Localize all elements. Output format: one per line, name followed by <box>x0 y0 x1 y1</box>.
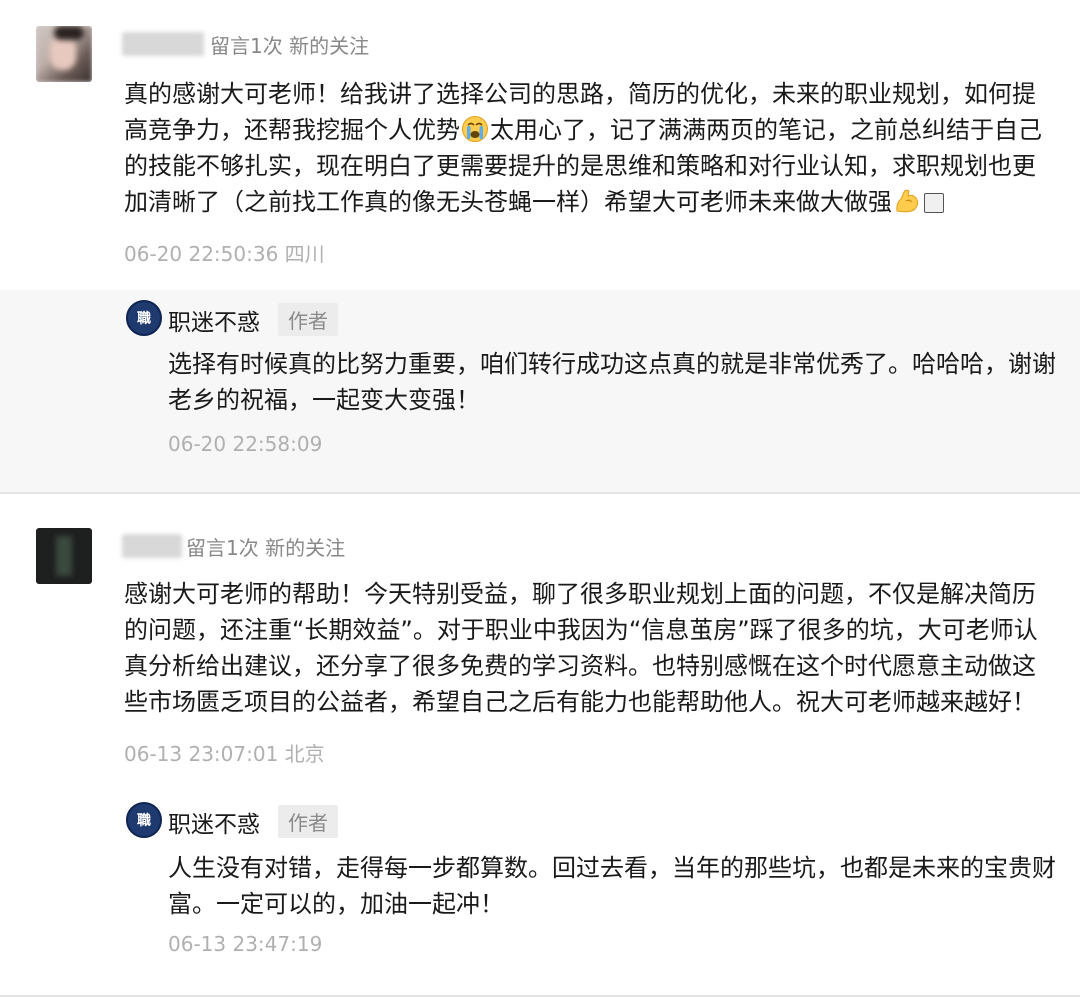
reply-time: 06-20 22:58:09 <box>168 432 323 456</box>
flexed-biceps-emoji <box>896 189 919 213</box>
avatar[interactable] <box>36 528 92 584</box>
unknown-glyph-box <box>924 193 944 213</box>
blurred-nickname[interactable] <box>122 32 204 56</box>
comment-text: 感谢大可老师的帮助！今天特别受益，聊了很多职业规划上面的问题，不仅是解决简历的问… <box>124 580 1038 716</box>
author-name[interactable]: 职迷不惑 <box>168 805 260 839</box>
author-reply: 職 职迷不惑 作者 选择有时候真的比努力重要，咱们转行成功这点真的就是非常优秀了… <box>0 290 1080 492</box>
comment-item: 留言1次 新的关注 感谢大可老师的帮助！今天特别受益，聊了很多职业规划上面的问题… <box>0 494 1080 775</box>
comment-time: 06-20 22:50:36 四川 <box>124 242 325 266</box>
author-avatar[interactable]: 職 <box>126 802 162 838</box>
author-badge: 作者 <box>278 303 338 336</box>
comment-meta: 留言1次 新的关注 <box>186 536 346 560</box>
author-avatar[interactable]: 職 <box>126 300 162 336</box>
avatar[interactable] <box>36 26 92 82</box>
reply-time: 06-13 23:47:19 <box>168 932 323 956</box>
reply-text: 选择有时候真的比努力重要，咱们转行成功这点真的就是非常优秀了。哈哈哈，谢谢老乡的… <box>168 350 1056 414</box>
crying-face-emoji <box>462 116 488 142</box>
comment-time: 06-13 23:07:01 北京 <box>124 742 325 766</box>
author-badge: 作者 <box>278 805 338 838</box>
comment-meta: 留言1次 新的关注 <box>210 34 370 58</box>
comment-text: 真的感谢大可老师！给我讲了选择公司的思路，简历的优化，未来的职业规划，如何提高竞… <box>124 76 1059 220</box>
divider <box>0 995 1080 997</box>
blurred-nickname[interactable] <box>122 534 182 558</box>
author-name[interactable]: 职迷不惑 <box>168 303 260 337</box>
comment-item: 留言1次 新的关注 真的感谢大可老师！给我讲了选择公司的思路，简历的优化，未来的… <box>0 0 1080 290</box>
author-reply: 職 职迷不惑 作者 人生没有对错，走得每一步都算数。回过去看，当年的那些坑，也都… <box>0 780 1080 996</box>
reply-text: 人生没有对错，走得每一步都算数。回过去看，当年的那些坑，也都是未来的宝贵财富。一… <box>168 854 1056 918</box>
